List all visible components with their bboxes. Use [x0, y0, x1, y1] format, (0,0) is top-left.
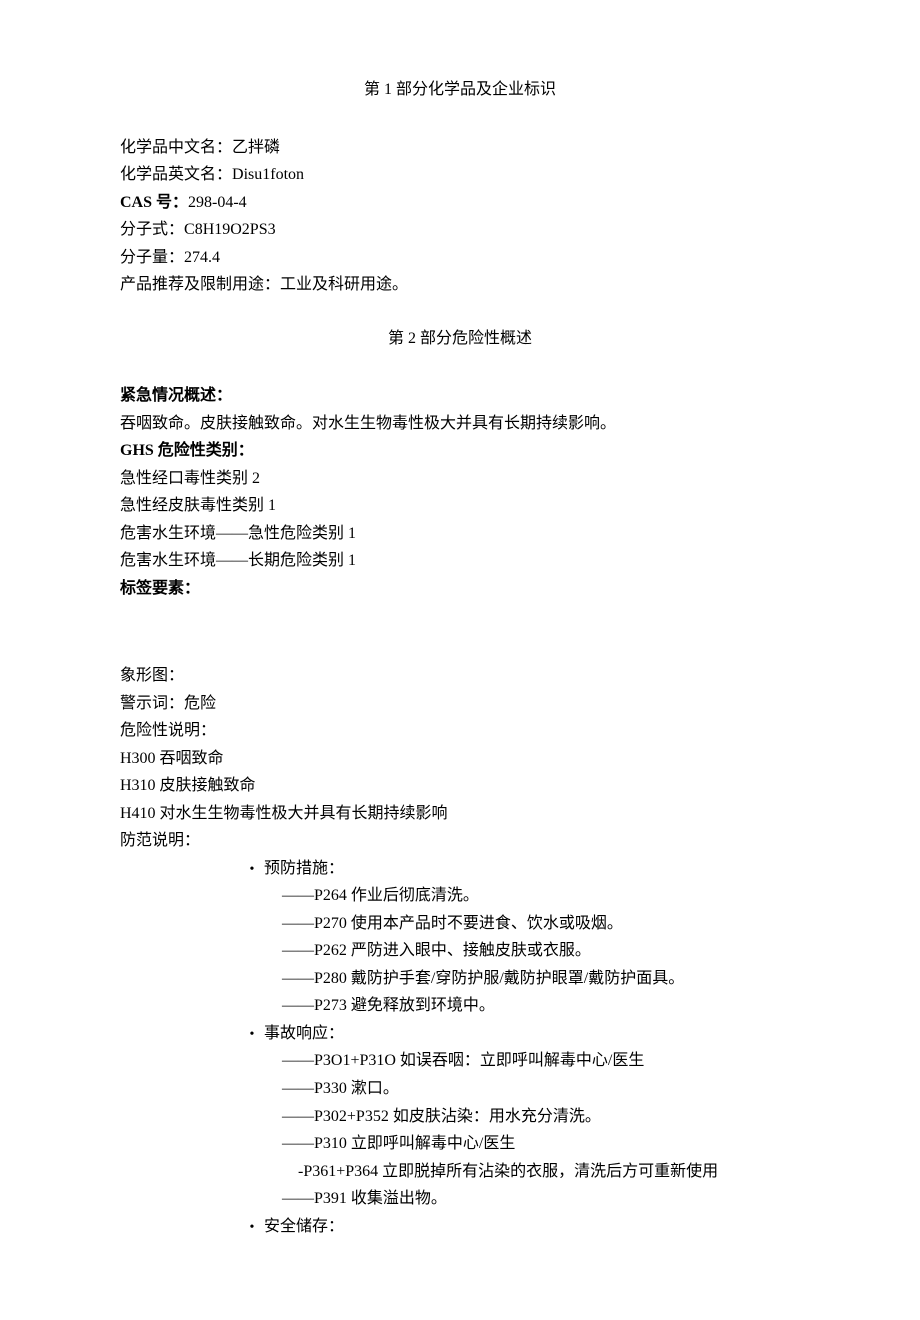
value-name-cn: 乙拌磷 [232, 139, 280, 156]
emergency-label: 紧急情况概述： [120, 382, 800, 410]
section-1-title: 第 1 部分化学品及企业标识 [120, 76, 800, 104]
item-prefix: —— [282, 1052, 314, 1069]
precaution-item: ——P3O1+P31O 如误吞咽：立即呼叫解毒中心/医生 [282, 1047, 800, 1075]
precaution-item: ——P302+P352 如皮肤沾染：用水充分清洗。 [282, 1103, 800, 1131]
section-2-title: 第 2 部分危险性概述 [120, 325, 800, 353]
bullet-sublines: ——P264 作业后彻底清洗。 ——P270 使用本产品时不要进食、饮水或吸烟。… [282, 882, 800, 1020]
pictogram-label: 象形图： [120, 662, 800, 690]
hazard-label: 危险性说明： [120, 717, 800, 745]
precaution-bullets: • 预防措施： ——P264 作业后彻底清洗。 ——P270 使用本产品时不要进… [240, 855, 800, 1240]
hazard-line: H410 对水生生物毒性极大并具有长期持续影响 [120, 800, 800, 828]
signal-word: 警示词：危险 [120, 690, 800, 718]
ghs-line: 急性经口毒性类别 2 [120, 465, 800, 493]
item-prefix: —— [282, 1080, 314, 1097]
value-mw: 274.4 [184, 249, 220, 266]
label-name-cn: 化学品中文名： [120, 139, 232, 156]
item-text: P3O1+P31O 如误吞咽：立即呼叫解毒中心/医生 [314, 1052, 644, 1069]
value-formula: C8H19O2PS3 [184, 221, 276, 238]
precaution-item: ——P270 使用本产品时不要进食、饮水或吸烟。 [282, 910, 800, 938]
precaution-label: 防范说明： [120, 827, 800, 855]
value-cas: 298-04-4 [188, 194, 247, 211]
field-name-en: 化学品英文名：Disu1foton [120, 161, 800, 189]
item-prefix: —— [282, 1108, 314, 1125]
precaution-item: ——P264 作业后彻底清洗。 [282, 882, 800, 910]
ghs-label: GHS 危险性类别： [120, 437, 800, 465]
item-prefix: —— [282, 970, 314, 987]
hazard-line: H310 皮肤接触致命 [120, 772, 800, 800]
label-cas: CAS 号： [120, 194, 188, 211]
bullet-dot-icon: • [240, 1216, 264, 1240]
item-text: P280 戴防护手套/穿防护服/戴防护眼罩/戴防护面具。 [314, 970, 684, 987]
item-prefix: —— [282, 1135, 314, 1152]
bullet-title: 事故响应： [264, 1020, 800, 1048]
pictogram-gap [120, 602, 800, 662]
ghs-line: 危害水生环境——急性危险类别 1 [120, 520, 800, 548]
item-text: P310 立即呼叫解毒中心/医生 [314, 1135, 515, 1152]
signal-label: 警示词： [120, 695, 184, 712]
field-cas: CAS 号：298-04-4 [120, 189, 800, 217]
field-use: 产品推荐及限制用途：工业及科研用途。 [120, 271, 800, 299]
bullet-title: 预防措施： [264, 855, 800, 883]
item-text: P273 避免释放到环境中。 [314, 997, 495, 1014]
item-text: P330 漱口。 [314, 1080, 399, 1097]
precaution-item: ——P280 戴防护手套/穿防护服/戴防护眼罩/戴防护面具。 [282, 965, 800, 993]
field-name-cn: 化学品中文名：乙拌磷 [120, 134, 800, 162]
label-use: 产品推荐及限制用途： [120, 276, 280, 293]
field-formula: 分子式：C8H19O2PS3 [120, 216, 800, 244]
value-name-en: Disu1foton [232, 166, 304, 183]
item-text: P264 作业后彻底清洗。 [314, 887, 479, 904]
item-text: P270 使用本产品时不要进食、饮水或吸烟。 [314, 915, 623, 932]
bullet-title: 安全储存： [264, 1213, 800, 1241]
item-prefix: —— [282, 887, 314, 904]
label-name-en: 化学品英文名： [120, 166, 232, 183]
bullet-sublines: ——P3O1+P31O 如误吞咽：立即呼叫解毒中心/医生 ——P330 漱口。 … [282, 1047, 800, 1212]
bullet-row: • 安全储存： [240, 1213, 800, 1241]
ghs-line: 危害水生环境——长期危险类别 1 [120, 547, 800, 575]
item-prefix: —— [282, 915, 314, 932]
signal-value: 危险 [184, 695, 216, 712]
item-text: P262 严防进入眼中、接触皮肤或衣服。 [314, 942, 591, 959]
label-elements: 标签要素： [120, 575, 800, 603]
emergency-text: 吞咽致命。皮肤接触致命。对水生生物毒性极大并具有长期持续影响。 [120, 410, 800, 438]
bullet-row: • 事故响应： [240, 1020, 800, 1048]
bullet-row: • 预防措施： [240, 855, 800, 883]
bullet-dot-icon: • [240, 1023, 264, 1047]
field-mw: 分子量：274.4 [120, 244, 800, 272]
precaution-item: ——P310 立即呼叫解毒中心/医生 [282, 1130, 800, 1158]
ghs-line: 急性经皮肤毒性类别 1 [120, 492, 800, 520]
item-text: P361+P364 立即脱掉所有沾染的衣服，清洗后方可重新使用 [303, 1163, 718, 1180]
label-mw: 分子量： [120, 249, 184, 266]
precaution-item: ——P391 收集溢出物。 [282, 1185, 800, 1213]
label-formula: 分子式： [120, 221, 184, 238]
value-use: 工业及科研用途。 [280, 276, 408, 293]
hazard-line: H300 吞咽致命 [120, 745, 800, 773]
precaution-item: ——P273 避免释放到环境中。 [282, 992, 800, 1020]
item-prefix: —— [282, 942, 314, 959]
item-prefix: —— [282, 997, 314, 1014]
item-prefix: —— [282, 1190, 314, 1207]
bullet-dot-icon: • [240, 858, 264, 882]
item-text: P391 收集溢出物。 [314, 1190, 447, 1207]
precaution-item: -P361+P364 立即脱掉所有沾染的衣服，清洗后方可重新使用 [298, 1158, 800, 1186]
precaution-item: ——P330 漱口。 [282, 1075, 800, 1103]
precaution-item: ——P262 严防进入眼中、接触皮肤或衣服。 [282, 937, 800, 965]
item-text: P302+P352 如皮肤沾染：用水充分清洗。 [314, 1108, 601, 1125]
